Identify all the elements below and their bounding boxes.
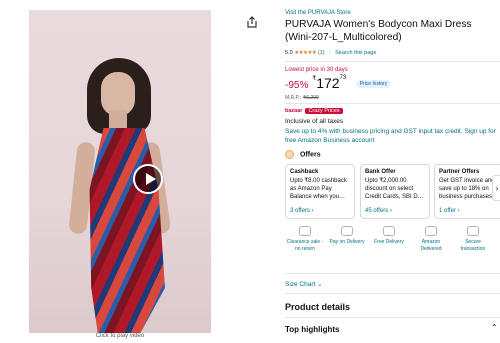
media-panel: Click to play video (0, 0, 275, 343)
offer-card-partner[interactable]: Partner Offers Get GST invoice and save … (434, 164, 500, 219)
mrp: M.R.P.: ₹6,299 (285, 95, 319, 101)
offers-heading: Offers (285, 150, 321, 159)
product-video[interactable] (29, 10, 211, 333)
feature-pay-on-delivery[interactable]: Pay on Delivery (327, 226, 367, 246)
product-title: PURVAJA Women's Bodycon Maxi Dress (Wini… (285, 19, 472, 43)
offer-card-body: Upto ₹2,000.00 discount on select Credit… (365, 178, 424, 200)
video-caption: Click to play video (95, 333, 145, 339)
price-cents: 73 (339, 75, 347, 81)
price-history-button[interactable]: Price history (355, 79, 392, 88)
divider (285, 103, 500, 104)
offer-card-body: Upto ₹8.00 cashback as Amazon Pay Balanc… (290, 178, 347, 200)
offer-card-link[interactable]: 45 offers › (365, 207, 392, 215)
divider (285, 273, 500, 274)
bazaar-badge: bazaar Crazy Prices (285, 108, 343, 114)
search-page-link[interactable]: Search this page (335, 50, 376, 56)
feature-label: Clearance sale - no return (286, 239, 324, 252)
feature-label: Free Delivery (374, 239, 404, 245)
model-neck (109, 110, 127, 128)
offer-card-title: Bank Offer (365, 169, 396, 175)
feature-free-delivery[interactable]: Free Delivery (369, 226, 409, 246)
offer-card-title: Cashback (290, 169, 319, 175)
offers-next-icon[interactable]: › (492, 175, 500, 201)
top-highlights-heading[interactable]: Top highlights (285, 325, 340, 334)
share-icon[interactable] (246, 16, 258, 28)
feature-amazon-delivered[interactable]: Amazon Delivered (411, 226, 451, 253)
price-amount: 172 (316, 75, 340, 91)
price-row: -95%₹17273 Price history (285, 75, 392, 93)
feature-label: Secure transaction (460, 239, 486, 252)
cash-icon (341, 226, 353, 236)
tax-note: Inclusive of all taxes (285, 118, 344, 125)
discount-percent: -95% (285, 80, 309, 91)
feature-secure-transaction[interactable]: Secure transaction (453, 226, 493, 253)
star-rating-icon[interactable]: ★★★★★ (294, 50, 317, 56)
offer-card-body: Get GST invoice and save up to 18% on bu… (439, 178, 495, 200)
rating-row: 5.0 ★★★★★ (1) | Search this page (285, 50, 376, 56)
size-chart-link[interactable]: Size Chart ⌄ (285, 280, 323, 288)
product-info: Visit the PURVAJA Store PURVAJA Women's … (285, 0, 500, 343)
business-offer-link[interactable]: Save up to 4% with business pricing and … (285, 127, 500, 145)
rating-separator: | (329, 50, 331, 56)
play-icon[interactable] (133, 164, 163, 194)
mrp-label: M.R.P.: (285, 95, 302, 101)
offer-card-bank[interactable]: Bank Offer Upto ₹2,000.00 discount on se… (360, 164, 430, 219)
rating-count[interactable]: (1) (318, 50, 325, 56)
crazy-prices-badge: Crazy Prices (305, 108, 343, 114)
offer-card-link[interactable]: 1 offer › (439, 207, 460, 215)
divider (285, 317, 500, 318)
divider (285, 61, 500, 62)
rating-value: 5.0 (285, 50, 293, 56)
tag-icon (299, 226, 311, 236)
feature-label: Amazon Delivered (420, 239, 442, 252)
offer-card-link[interactable]: 3 offers › (290, 207, 314, 215)
lock-icon (467, 226, 479, 236)
mrp-value: ₹6,299 (303, 95, 319, 101)
bazaar-label: bazaar (285, 108, 303, 114)
box-icon (425, 226, 437, 236)
truck-icon (383, 226, 395, 236)
offers-title: Offers (300, 151, 321, 159)
offer-card-title: Partner Offers (439, 169, 480, 175)
feature-label: Pay on Delivery (329, 239, 365, 245)
divider (285, 293, 500, 294)
feature-clearance[interactable]: Clearance sale - no return (285, 226, 325, 253)
offer-icon (285, 150, 294, 159)
product-details-heading: Product details (285, 302, 351, 312)
offer-card-cashback[interactable]: Cashback Upto ₹8.00 cashback as Amazon P… (285, 164, 355, 219)
store-link[interactable]: Visit the PURVAJA Store (285, 10, 351, 16)
deal-badge: Lowest price in 30 days (285, 67, 348, 73)
chevron-up-icon[interactable]: ⌃ (491, 323, 498, 332)
